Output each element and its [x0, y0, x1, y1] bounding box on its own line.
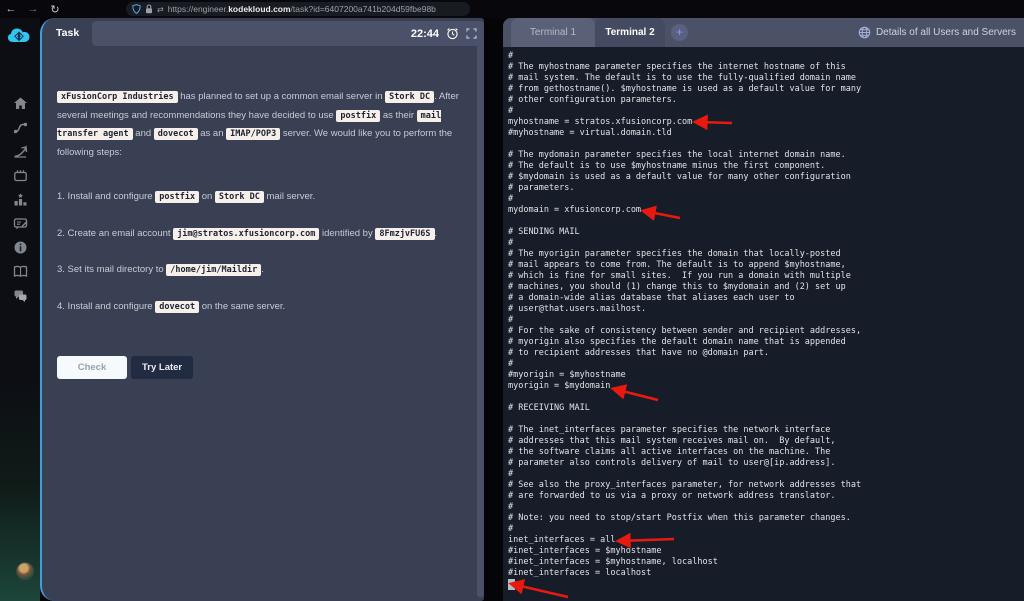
user-avatar[interactable] — [16, 562, 34, 580]
library-icon[interactable] — [13, 264, 28, 279]
inline-code: dovecot — [155, 300, 200, 313]
tab-terminal-1[interactable]: Terminal 1 — [511, 18, 595, 47]
labs-icon[interactable] — [13, 168, 28, 183]
try-later-button[interactable]: Try Later — [131, 356, 194, 379]
tab-terminal-2[interactable]: Terminal 2 — [595, 18, 665, 47]
inline-code: IMAP/POP3 — [226, 128, 281, 140]
lock-icon[interactable] — [145, 4, 153, 14]
back-icon[interactable]: ← — [0, 3, 22, 15]
terminal-output[interactable]: # # The myhostname parameter specifies t… — [508, 51, 861, 579]
task-step-1: 1. Install and configure postfix on Stor… — [57, 191, 316, 203]
forward-icon[interactable]: → — [22, 3, 44, 15]
add-terminal-button[interactable]: + — [671, 24, 688, 41]
inline-code: /home/jim/Maildir — [166, 264, 262, 276]
fullscreen-icon[interactable] — [466, 28, 477, 39]
career-icon[interactable] — [13, 144, 28, 159]
task-panel-title: Task — [56, 27, 80, 39]
browser-toolbar: ← → ↻ ⇄ https://engineer.kodekloud.com/t… — [0, 0, 1024, 18]
inline-code: jim@stratos.xfusioncorp.com — [173, 227, 320, 240]
alarm-clock-icon — [447, 28, 458, 40]
task-intro: xFusionCorp Industries has planned to se… — [57, 91, 459, 158]
inline-code: xFusionCorp Industries — [57, 91, 178, 103]
inline-code: dovecot — [153, 128, 198, 140]
address-bar[interactable]: ⇄ https://engineer.kodekloud.com/task?id… — [126, 2, 470, 16]
details-link-label: Details of all Users and Servers — [875, 27, 1016, 38]
terminal-tab-bar: Terminal 1 Terminal 2 + Details of all U… — [503, 18, 1024, 47]
chat-icon[interactable] — [13, 288, 28, 303]
permissions-icon[interactable]: ⇄ — [157, 5, 164, 14]
task-body: xFusionCorp Industries has planned to se… — [57, 88, 465, 379]
home-icon[interactable] — [13, 96, 28, 111]
rank-icon[interactable] — [13, 192, 28, 207]
info-icon[interactable] — [13, 240, 28, 255]
inline-code: postfix — [155, 191, 200, 203]
globe-icon — [858, 26, 871, 39]
task-step-3: 3. Set its mail directory to /home/jim/M… — [57, 264, 264, 276]
kodekloud-logo-icon[interactable] — [7, 26, 33, 46]
inline-code: Stork DC — [385, 91, 435, 103]
shield-icon[interactable] — [132, 4, 141, 14]
check-button[interactable]: Check — [57, 356, 127, 379]
inline-code: postfix — [336, 109, 381, 122]
task-step-4: 4. Install and configure dovecot on the … — [57, 300, 286, 313]
url-text[interactable]: https://engineer.kodekloud.com/task?id=6… — [168, 4, 436, 14]
terminal-panel: Terminal 1 Terminal 2 + Details of all U… — [503, 18, 1024, 601]
task-panel: Task 22:44 xFusionCorp Industries has pl… — [40, 18, 484, 601]
details-link[interactable]: Details of all Users and Servers — [858, 18, 1016, 47]
terminal-cursor — [508, 579, 515, 590]
feedback-icon[interactable] — [13, 216, 28, 231]
app-sidebar — [0, 18, 40, 601]
learning-path-icon[interactable] — [13, 120, 28, 135]
inline-code: Stork DC — [214, 191, 264, 203]
reload-icon[interactable]: ↻ — [44, 3, 66, 16]
task-step-2: 2. Create an email account jim@stratos.x… — [57, 227, 438, 240]
task-timer: 22:44 — [410, 27, 439, 40]
inline-code: 8FmzjvFU6S — [375, 227, 435, 240]
task-scrollbar[interactable] — [477, 22, 484, 597]
task-header-bar: 22:44 — [92, 21, 484, 46]
